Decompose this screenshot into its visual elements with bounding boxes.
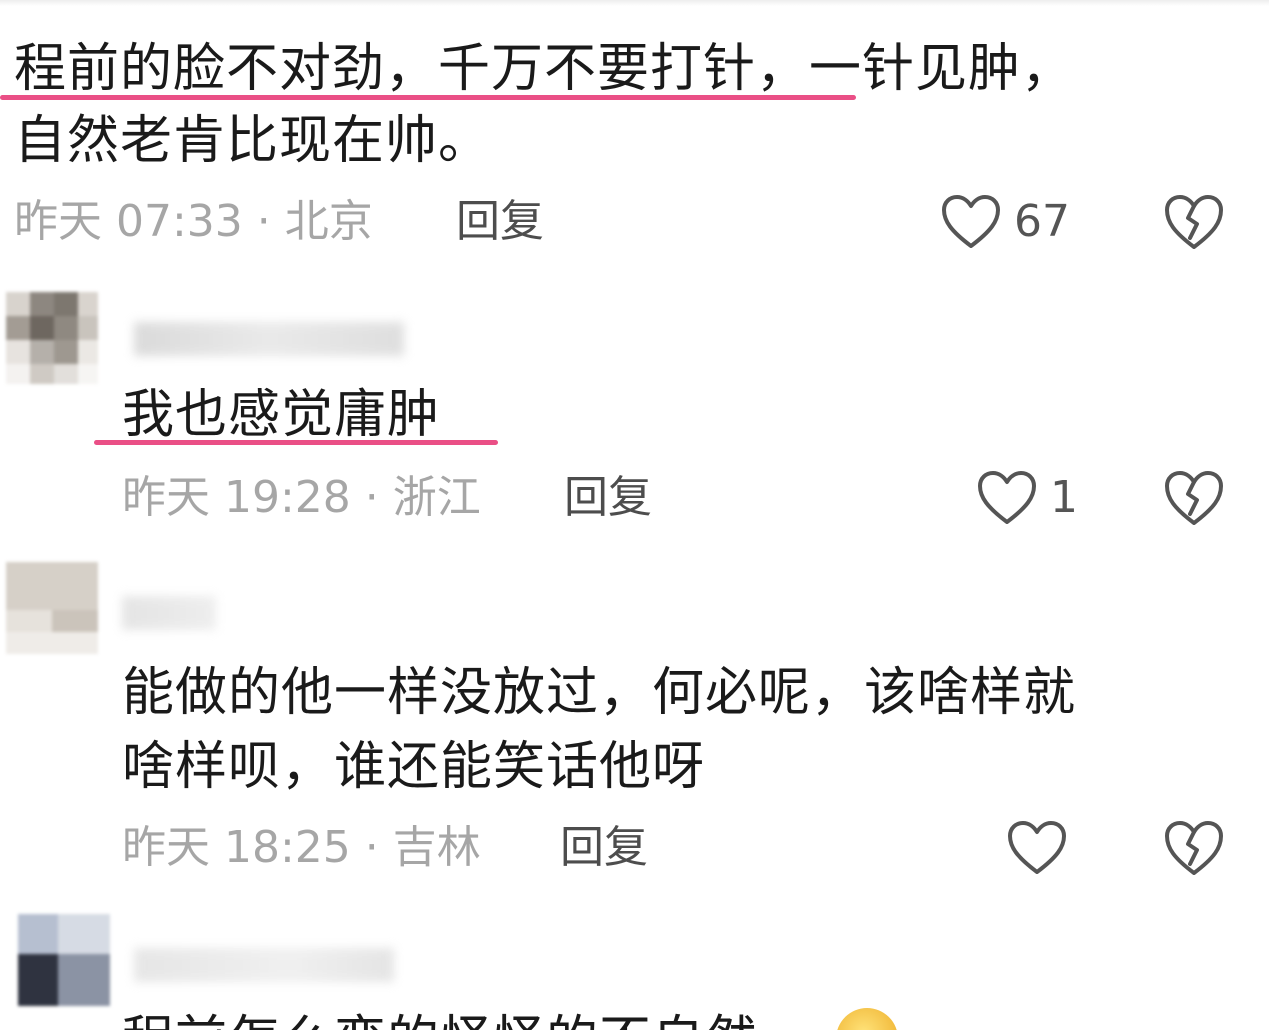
comment-text-line: 啥样呗，谁还能笑话他呀	[122, 737, 706, 797]
dislike-button[interactable]	[1162, 192, 1226, 252]
broken-heart-icon	[1165, 471, 1223, 525]
heart-outline-icon	[942, 195, 1000, 248]
broken-heart-icon	[1165, 821, 1223, 875]
highlight-underline	[94, 440, 498, 445]
comment-text-line: 自然老肯比现在帅。	[14, 111, 492, 171]
reply-button[interactable]: 回复	[560, 820, 648, 876]
like-button[interactable]	[1006, 818, 1080, 878]
heart-outline-icon	[1008, 821, 1066, 874]
comment-text-line: 程前的脸不对劲，千万不要打针，一针见肿，	[14, 39, 1075, 99]
like-button[interactable]: 67	[940, 192, 1070, 252]
avatar[interactable]	[18, 914, 110, 1006]
reply-button[interactable]: 回复	[456, 194, 544, 250]
username-redacted[interactable]	[122, 596, 216, 630]
username-redacted[interactable]	[134, 322, 404, 356]
highlight-underline	[0, 95, 856, 100]
like-count: 1	[1050, 472, 1078, 523]
comment-text-line: 程前怎么变的怪怪的不自然	[122, 1008, 758, 1030]
face-emoji-icon	[836, 1008, 898, 1030]
reply-button[interactable]: 回复	[564, 470, 652, 526]
dislike-button[interactable]	[1162, 468, 1226, 528]
avatar[interactable]	[6, 292, 98, 384]
comment-text-line: 能做的他一样没放过，何必呢，该啥样就	[122, 663, 1077, 723]
comment-text-line: 我也感觉庸肿	[122, 385, 441, 445]
avatar[interactable]	[6, 562, 98, 654]
dislike-button[interactable]	[1162, 818, 1226, 878]
comment-meta: 昨天 18:25 · 吉林	[122, 822, 481, 873]
heart-outline-icon	[978, 471, 1036, 524]
broken-heart-icon	[1165, 195, 1223, 249]
top-divider	[0, 0, 1269, 6]
like-count: 67	[1014, 196, 1070, 247]
comment-meta: 昨天 07:33 · 北京	[14, 196, 373, 247]
username-redacted[interactable]	[134, 948, 394, 982]
like-button[interactable]: 1	[976, 468, 1078, 528]
comment-meta: 昨天 19:28 · 浙江	[122, 472, 481, 523]
